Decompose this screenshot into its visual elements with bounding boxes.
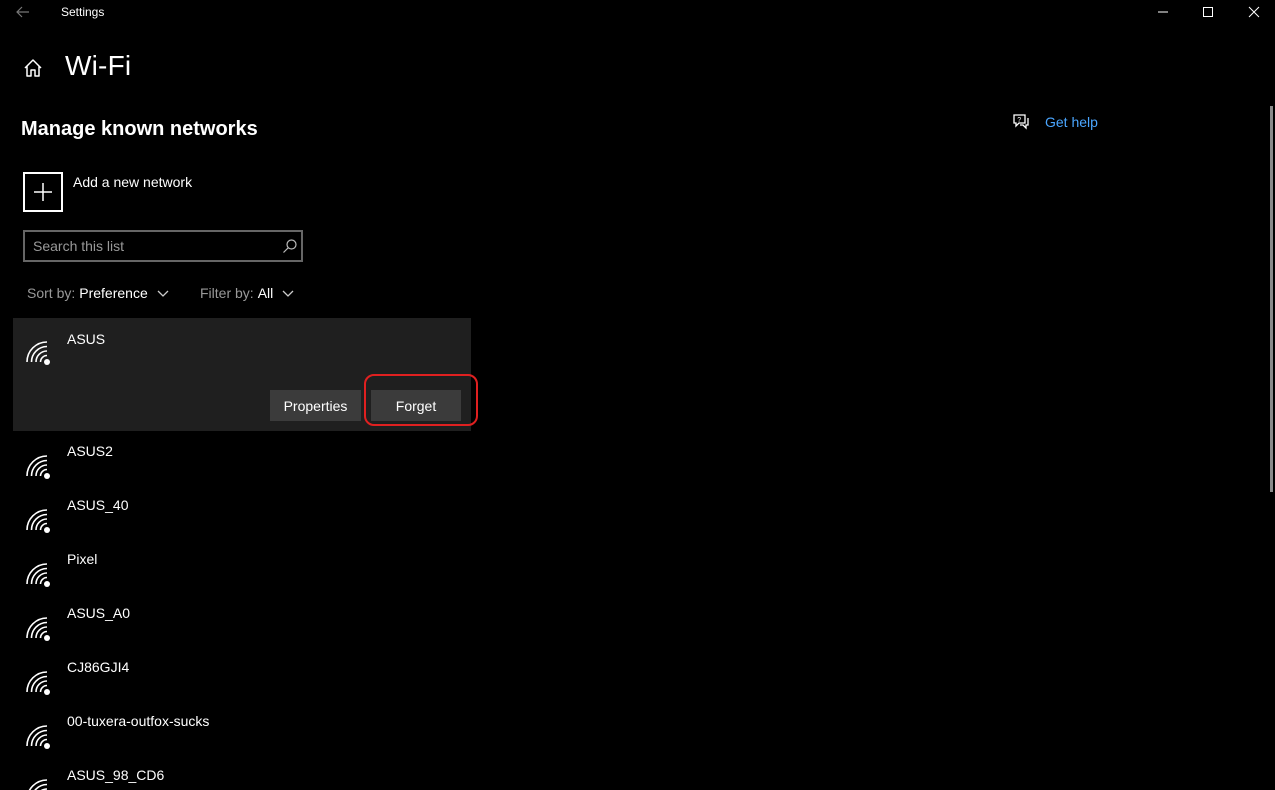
forget-highlight bbox=[364, 374, 478, 426]
network-name: 00-tuxera-outfox-sucks bbox=[67, 713, 210, 729]
scrollbar[interactable] bbox=[1270, 106, 1273, 492]
home-icon[interactable] bbox=[22, 57, 44, 79]
sort-label: Sort by: bbox=[27, 285, 76, 301]
filter-label: Filter by: bbox=[200, 285, 254, 301]
back-arrow-icon[interactable] bbox=[14, 3, 32, 21]
network-name: ASUS bbox=[67, 331, 106, 347]
minimize-icon[interactable] bbox=[1153, 2, 1173, 22]
wifi-icon bbox=[25, 612, 55, 642]
chevron-down-icon bbox=[282, 290, 294, 297]
network-row[interactable]: ASUS_40 bbox=[13, 486, 471, 538]
properties-button[interactable]: Properties bbox=[270, 390, 361, 421]
close-icon[interactable] bbox=[1244, 2, 1264, 22]
sort-value: Preference bbox=[79, 285, 148, 301]
sort-dropdown[interactable]: Sort by: Preference bbox=[27, 285, 170, 301]
network-row[interactable]: 00-tuxera-outfox-sucks bbox=[13, 702, 471, 754]
network-row[interactable]: CJ86GJI4 bbox=[13, 648, 471, 700]
filter-dropdown[interactable]: Filter by: All bbox=[200, 285, 295, 301]
wifi-icon bbox=[25, 336, 55, 366]
network-name: ASUS_A0 bbox=[67, 605, 131, 621]
svg-text:?: ? bbox=[1017, 117, 1021, 124]
network-row[interactable]: ASUS_98_CD6 bbox=[13, 756, 471, 790]
filter-value: All bbox=[257, 285, 274, 301]
maximize-icon[interactable] bbox=[1198, 2, 1218, 22]
add-network-label[interactable]: Add a new network bbox=[73, 174, 192, 190]
add-network-button[interactable] bbox=[23, 172, 63, 212]
get-help-link[interactable]: ? Get help bbox=[1011, 112, 1098, 132]
network-row[interactable]: ASUS_A0 bbox=[13, 594, 471, 646]
get-help-label: Get help bbox=[1045, 114, 1098, 130]
network-name: ASUS2 bbox=[67, 443, 113, 459]
network-name: CJ86GJI4 bbox=[67, 659, 130, 675]
network-name: ASUS_40 bbox=[67, 497, 129, 513]
wifi-icon bbox=[25, 774, 55, 790]
wifi-icon bbox=[25, 720, 55, 750]
plus-icon bbox=[34, 183, 52, 201]
wifi-icon bbox=[25, 666, 55, 696]
network-name: Pixel bbox=[67, 551, 98, 567]
network-row[interactable]: Pixel bbox=[13, 540, 471, 592]
app-title: Settings bbox=[61, 5, 105, 19]
title-bar: Settings bbox=[0, 0, 1275, 24]
search-icon[interactable] bbox=[282, 238, 298, 254]
page-title: Wi-Fi bbox=[65, 50, 132, 81]
search-input[interactable] bbox=[33, 237, 273, 255]
search-box[interactable] bbox=[23, 230, 303, 262]
chevron-down-icon bbox=[157, 290, 169, 297]
wifi-icon bbox=[25, 450, 55, 480]
section-title: Manage known networks bbox=[21, 118, 258, 140]
network-row[interactable]: ASUS2 bbox=[13, 432, 471, 484]
network-name: ASUS_98_CD6 bbox=[67, 767, 165, 783]
wifi-icon bbox=[25, 504, 55, 534]
wifi-icon bbox=[25, 558, 55, 588]
help-chat-icon: ? bbox=[1013, 114, 1029, 130]
